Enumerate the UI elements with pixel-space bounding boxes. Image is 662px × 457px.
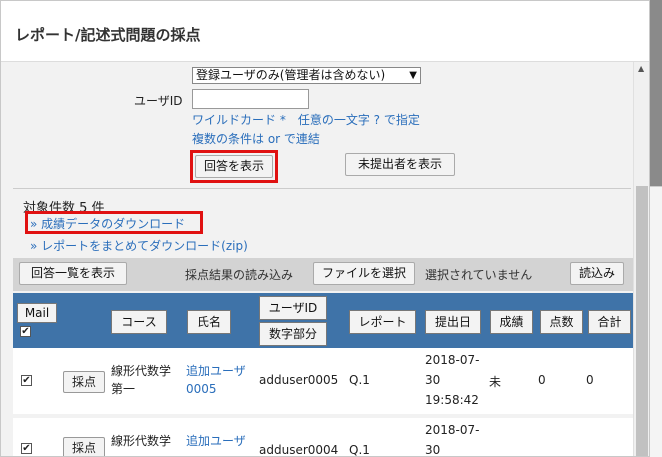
grade-cell: 未	[489, 375, 502, 389]
table-row: ✔ 採点 線形代数学 第一 追加ユーザ 0005 adduser0005 Q.1…	[13, 348, 633, 414]
course-line-1: 線形代数学	[111, 364, 172, 378]
dialog-body: 登録ユーザのみ(管理者は含めない) ▼ ユーザID ワイルドカード * 任意の一…	[1, 62, 633, 457]
user-name-link[interactable]: 追加ユーザ	[186, 432, 246, 449]
score-button[interactable]: 採点	[63, 437, 105, 456]
or-condition-hint: 複数の条件は or で連結	[192, 132, 320, 146]
dropdown-arrow-icon: ▼	[409, 70, 417, 81]
date-line-1: 2018-07-	[425, 423, 480, 437]
row-checkbox[interactable]: ✔	[21, 375, 32, 386]
row-checkbox[interactable]: ✔	[21, 443, 32, 454]
userid-label: ユーザID	[134, 94, 183, 108]
choose-file-button[interactable]: ファイルを選択	[313, 262, 415, 285]
wildcard-hint: ワイルドカード * 任意の一文字 ? で指定	[192, 113, 420, 127]
userid-digits-column-button[interactable]: 数字部分	[259, 322, 327, 346]
background-panel-edge	[650, 186, 662, 457]
user-name-link-cont[interactable]: 0005	[186, 382, 217, 396]
date-line-2: 30	[425, 443, 441, 457]
download-grades-link[interactable]: » 成績データのダウンロード	[30, 215, 185, 232]
course-column-button[interactable]: コース	[111, 310, 167, 334]
report-cell: Q.1	[349, 373, 370, 387]
scroll-up-arrow-icon[interactable]: ▲	[638, 64, 644, 73]
table-header: Mail ✔ コース 氏名 ユーザID 数字部分 レポート 提出日 成績 点数 …	[13, 293, 633, 348]
course-line-2: 第一	[111, 382, 136, 396]
userid-cell: adduser0004	[259, 443, 339, 457]
grading-dialog: レポート/記述式問題の採点 登録ユーザのみ(管理者は含めない) ▼ ユーザID …	[0, 0, 650, 457]
points-cell: 0	[538, 373, 546, 387]
score-button[interactable]: 採点	[63, 371, 105, 393]
points-column-button[interactable]: 点数	[540, 310, 583, 334]
answer-list-button[interactable]: 回答一覧を表示	[19, 262, 127, 285]
show-unsubmitted-button[interactable]: 未提出者を表示	[345, 153, 455, 176]
user-filter-select[interactable]: 登録ユーザのみ(管理者は含めない) ▼	[192, 67, 421, 84]
no-file-selected: 選択されていません	[425, 268, 533, 282]
table-row: ✔ 採点 線形代数学 追加ユーザ adduser0004 Q.1 2018-07…	[13, 418, 633, 457]
userid-input[interactable]	[192, 89, 309, 109]
date-line-1: 2018-07-	[425, 353, 480, 367]
user-filter-value: 登録ユーザのみ(管理者は含めない)	[196, 68, 386, 82]
show-answers-button[interactable]: 回答を表示	[195, 155, 273, 178]
userid-column-button[interactable]: ユーザID	[259, 296, 327, 320]
download-reports-link[interactable]: » レポートをまとめてダウンロード(zip)	[30, 237, 248, 254]
course-line-1: 線形代数学	[111, 434, 172, 448]
total-cell: 0	[586, 373, 594, 387]
date-line-2: 30	[425, 373, 441, 387]
vertical-scrollbar[interactable]: ▲	[633, 62, 649, 456]
name-column-button[interactable]: 氏名	[187, 310, 231, 334]
load-button[interactable]: 読込み	[570, 262, 624, 285]
total-column-button[interactable]: 合計	[588, 310, 631, 334]
submit-date-column-button[interactable]: 提出日	[425, 310, 481, 334]
import-label: 採点結果の読み込み	[185, 268, 294, 282]
report-cell: Q.1	[349, 443, 370, 457]
toolbar: 回答一覧を表示 採点結果の読み込み ファイルを選択 選択されていません 読込み	[13, 258, 633, 291]
userid-cell: adduser0005	[259, 373, 339, 387]
dialog-title: レポート/記述式問題の採点	[15, 26, 201, 44]
scrollbar-thumb[interactable]	[636, 186, 648, 456]
date-line-3: 19:58:42	[425, 393, 479, 407]
report-column-button[interactable]: レポート	[349, 310, 416, 334]
select-all-checkbox[interactable]: ✔	[20, 326, 31, 337]
mail-column-button[interactable]: Mail	[17, 303, 57, 323]
user-name-link[interactable]: 追加ユーザ	[186, 362, 246, 379]
grade-column-button[interactable]: 成績	[490, 310, 533, 334]
section-divider	[13, 188, 631, 189]
